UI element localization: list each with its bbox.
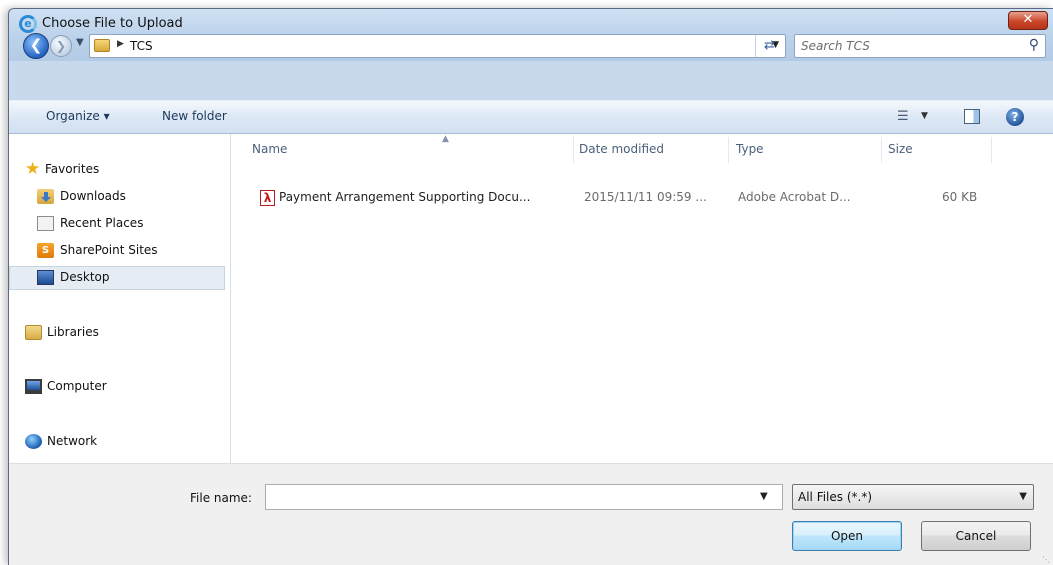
- forward-button[interactable]: ❯: [50, 35, 72, 57]
- nav-item-label: Libraries: [47, 325, 99, 339]
- file-upload-dialog: e Choose File to Upload ✕ ❮ ❯ ▼ ▶ TCS ▼ …: [8, 8, 1053, 565]
- search-input[interactable]: [801, 38, 1001, 54]
- address-bar[interactable]: ▶ TCS ▼: [89, 34, 786, 58]
- column-header-date-modified[interactable]: Date modified: [579, 142, 664, 156]
- nav-item-label: SharePoint Sites: [60, 243, 158, 257]
- file-list: ▲ Name Date modified Type Size λ Payment…: [232, 134, 1053, 463]
- computer-icon: [25, 379, 42, 394]
- file-type-value: All Files (*.*): [798, 490, 873, 504]
- column-divider[interactable]: [991, 137, 992, 163]
- star-icon: ★: [25, 159, 41, 179]
- file-name: Payment Arrangement Supporting Docu...: [279, 190, 531, 204]
- change-view-icon[interactable]: ☰: [897, 109, 909, 124]
- desktop-icon: [37, 270, 54, 285]
- preview-pane-icon[interactable]: [964, 109, 980, 124]
- column-header-size[interactable]: Size: [888, 142, 913, 156]
- new-folder-button[interactable]: New folder: [162, 109, 227, 123]
- organize-button[interactable]: Organize ▾: [46, 109, 110, 123]
- back-button[interactable]: ❮: [23, 33, 49, 59]
- nav-item-sharepoint-sites[interactable]: S SharePoint Sites: [9, 239, 225, 263]
- nav-item-computer[interactable]: Computer: [9, 375, 225, 399]
- nav-item-label: Recent Places: [60, 216, 144, 230]
- recent-pages-dropdown-icon[interactable]: ▼: [76, 37, 84, 48]
- column-header-name[interactable]: Name: [252, 142, 287, 156]
- internet-explorer-icon: e: [19, 15, 37, 33]
- nav-item-label: Desktop: [60, 270, 110, 284]
- nav-item-label: Network: [47, 434, 98, 448]
- nav-item-downloads[interactable]: Downloads: [9, 185, 225, 209]
- nav-item-label: Downloads: [60, 189, 126, 203]
- file-date-modified: 2015/11/11 09:59 ...: [584, 190, 707, 204]
- libraries-icon: [25, 325, 42, 340]
- nav-item-desktop[interactable]: Desktop: [9, 266, 225, 290]
- column-divider[interactable]: [881, 137, 882, 163]
- column-divider[interactable]: [573, 137, 574, 163]
- search-box[interactable]: ⚲: [794, 34, 1046, 58]
- file-name-label: File name:: [190, 491, 252, 505]
- chevron-down-icon: ▼: [1019, 491, 1027, 502]
- downloads-icon: [37, 189, 54, 204]
- refresh-button[interactable]: ⇄: [755, 35, 783, 57]
- column-header-type[interactable]: Type: [736, 142, 764, 156]
- nav-item-network[interactable]: Network: [9, 430, 225, 454]
- network-icon: [25, 434, 42, 449]
- view-options-dropdown-icon[interactable]: ▼: [921, 111, 928, 121]
- file-row[interactable]: λ Payment Arrangement Supporting Docu...…: [242, 187, 1002, 209]
- file-name-dropdown-icon[interactable]: ▼: [760, 491, 768, 502]
- file-size: 60 KB: [942, 190, 978, 204]
- window-title: Choose File to Upload: [42, 16, 183, 31]
- open-button[interactable]: Open: [792, 521, 902, 551]
- pdf-icon: λ: [260, 190, 275, 206]
- folder-icon: [94, 39, 110, 52]
- nav-item-recent-places[interactable]: Recent Places: [9, 212, 225, 236]
- cancel-button[interactable]: Cancel: [921, 521, 1031, 551]
- help-icon[interactable]: ?: [1006, 108, 1024, 126]
- command-bar: Organize ▾ New folder ☰ ▼ ?: [9, 100, 1053, 134]
- file-type: Adobe Acrobat D...: [738, 190, 851, 204]
- column-divider[interactable]: [728, 137, 729, 163]
- nav-item-favorites[interactable]: ★ Favorites: [9, 158, 225, 182]
- recent-places-icon: [37, 216, 54, 231]
- dialog-body: ★ Favorites Downloads Recent Places S Sh…: [9, 134, 1053, 463]
- sharepoint-icon: S: [37, 243, 54, 258]
- resize-grip-icon[interactable]: ⋱: [1042, 555, 1050, 564]
- sort-ascending-icon: ▲: [442, 134, 449, 144]
- search-icon[interactable]: ⚲: [1029, 37, 1039, 53]
- title-bar: e Choose File to Upload ✕ ❮ ❯ ▼ ▶ TCS ▼ …: [9, 9, 1053, 61]
- navigation-pane: ★ Favorites Downloads Recent Places S Sh…: [9, 134, 231, 463]
- file-name-field[interactable]: [265, 484, 783, 510]
- dialog-footer: File name: ▼ All Files (*.*) ▼ Open Canc…: [9, 463, 1053, 565]
- close-button[interactable]: ✕: [1008, 11, 1048, 30]
- nav-item-label: Favorites: [45, 162, 100, 176]
- nav-item-libraries[interactable]: Libraries: [9, 321, 225, 345]
- breadcrumb-chevron-icon[interactable]: ▶: [117, 39, 124, 49]
- breadcrumb-tcs[interactable]: TCS: [130, 39, 153, 53]
- nav-item-label: Computer: [47, 379, 107, 393]
- file-type-select[interactable]: All Files (*.*) ▼: [792, 484, 1034, 510]
